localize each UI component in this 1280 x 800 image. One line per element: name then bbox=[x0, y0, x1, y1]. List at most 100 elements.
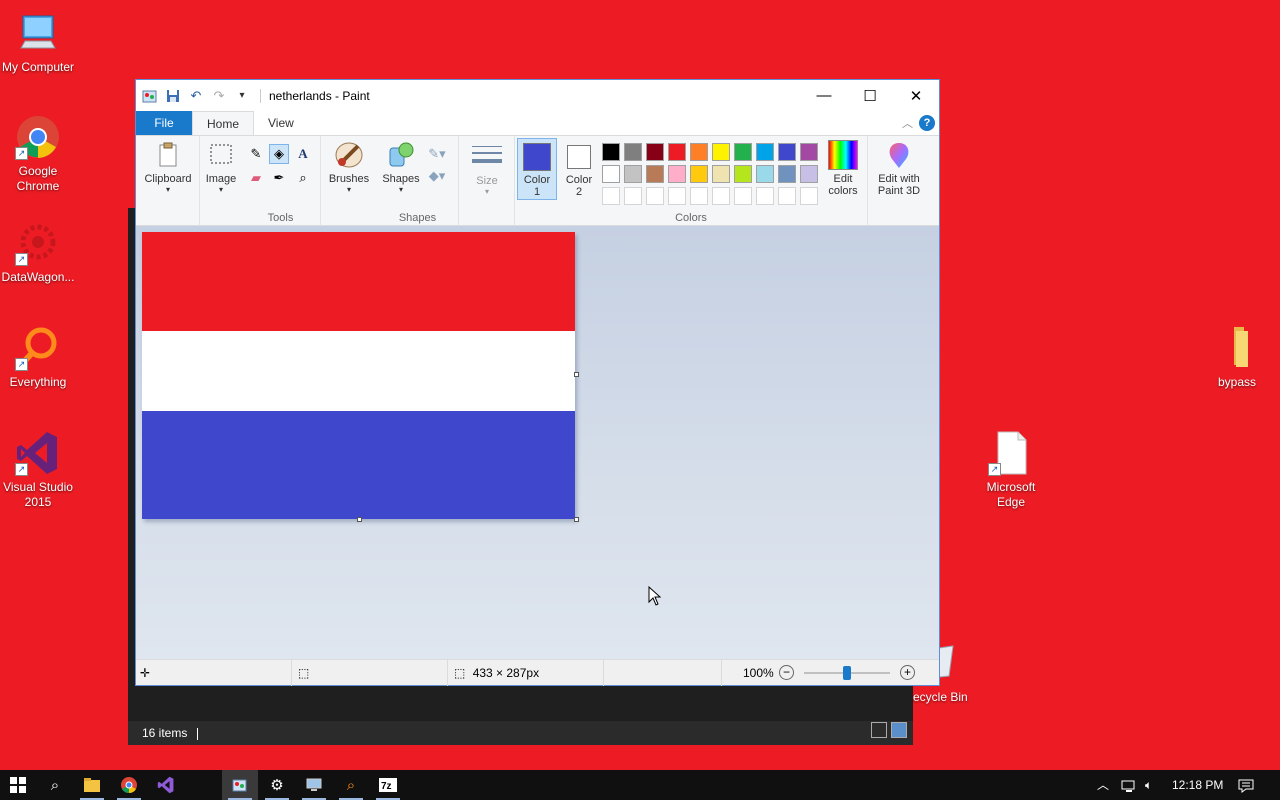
color-2-button[interactable]: Color 2 bbox=[559, 138, 599, 200]
palette-swatch[interactable] bbox=[668, 165, 686, 183]
resize-handle-corner[interactable] bbox=[574, 517, 579, 522]
tab-view[interactable]: View bbox=[254, 111, 308, 135]
zoom-slider-thumb[interactable] bbox=[843, 666, 851, 680]
palette-swatch[interactable] bbox=[690, 165, 708, 183]
palette-swatch[interactable] bbox=[712, 165, 730, 183]
file-explorer-icon[interactable] bbox=[74, 770, 110, 800]
custom-color-slot[interactable] bbox=[756, 187, 774, 205]
size-button[interactable]: Size ▾ bbox=[465, 142, 509, 196]
windows-start-icon[interactable] bbox=[0, 770, 36, 800]
desktop-icon-bypass[interactable]: bypass bbox=[1199, 325, 1275, 390]
shapes-button[interactable]: Shapes ▾ bbox=[379, 140, 423, 194]
volume-icon[interactable]: 🔈︎ bbox=[1145, 770, 1152, 800]
drawing-canvas[interactable] bbox=[142, 232, 575, 519]
visual-studio-icon[interactable] bbox=[148, 770, 184, 800]
custom-color-slot[interactable] bbox=[712, 187, 730, 205]
minimize-ribbon-icon[interactable]: ︿ bbox=[902, 115, 913, 131]
custom-color-slot[interactable] bbox=[778, 187, 796, 205]
palette-swatch[interactable] bbox=[690, 143, 708, 161]
custom-color-slot[interactable] bbox=[646, 187, 664, 205]
desktop-icon-visual-studio[interactable]: ↗ Visual Studio 2015 bbox=[0, 430, 76, 510]
pencil-icon[interactable]: ✎ bbox=[246, 144, 266, 164]
palette-swatch[interactable] bbox=[800, 143, 818, 161]
clipboard-button[interactable]: Clipboard ▾ bbox=[140, 140, 196, 194]
palette-swatch[interactable] bbox=[734, 143, 752, 161]
palette-swatch[interactable] bbox=[734, 165, 752, 183]
canvas-area[interactable] bbox=[136, 226, 939, 660]
desktop-icon-everything[interactable]: ↗ Everything bbox=[0, 325, 76, 390]
palette-swatch[interactable] bbox=[624, 165, 642, 183]
palette-swatch[interactable] bbox=[602, 143, 620, 161]
eraser-icon[interactable]: ▰ bbox=[246, 168, 266, 188]
customize-quick-access-icon[interactable]: ▾ bbox=[234, 88, 250, 104]
custom-color-slot[interactable] bbox=[602, 187, 620, 205]
outline-icon[interactable]: ✎▾ bbox=[427, 144, 447, 164]
fill-icon[interactable]: ◆▾ bbox=[427, 166, 447, 186]
save-icon[interactable] bbox=[165, 88, 181, 104]
color-1-button[interactable]: Color 1 bbox=[517, 138, 557, 200]
details-view-button[interactable] bbox=[871, 722, 887, 738]
undo-icon[interactable]: ↶ bbox=[188, 88, 204, 104]
palette-swatch[interactable] bbox=[800, 165, 818, 183]
close-button[interactable]: ✕ bbox=[893, 80, 939, 111]
custom-color-slot[interactable] bbox=[800, 187, 818, 205]
help-icon[interactable]: ? bbox=[919, 115, 935, 131]
magnifier-icon[interactable]: ⌕ bbox=[293, 168, 313, 188]
title-bar[interactable]: ↶ ↷ ▾ netherlands - Paint — ☐ ✕ bbox=[136, 80, 939, 111]
custom-color-slot[interactable] bbox=[734, 187, 752, 205]
desktop-icon-my-computer[interactable]: My Computer bbox=[0, 10, 76, 75]
paint-window[interactable]: ↶ ↷ ▾ netherlands - Paint — ☐ ✕ File Hom… bbox=[135, 79, 940, 686]
flag-band-red bbox=[142, 232, 575, 331]
palette-swatch[interactable] bbox=[712, 143, 730, 161]
palette-swatch[interactable] bbox=[602, 165, 620, 183]
fill-bucket-icon[interactable]: ◈ bbox=[269, 144, 289, 164]
paint-icon[interactable] bbox=[222, 770, 258, 800]
desktop-icon-google-chrome[interactable]: ↗ Google Chrome bbox=[0, 114, 76, 194]
show-hidden-icons-icon[interactable]: ︿ bbox=[1097, 770, 1109, 800]
palette-swatch[interactable] bbox=[778, 165, 796, 183]
palette-swatch[interactable] bbox=[668, 143, 686, 161]
palette-swatch[interactable] bbox=[646, 143, 664, 161]
desktop-icon-datawagon[interactable]: ↗ DataWagon... bbox=[0, 220, 76, 285]
brushes-button[interactable]: Brushes ▾ bbox=[324, 140, 374, 194]
custom-color-slot[interactable] bbox=[690, 187, 708, 205]
custom-color-slot[interactable] bbox=[624, 187, 642, 205]
everything-icon[interactable]: ⌕ bbox=[333, 770, 369, 800]
desktop-icon-label: Recycle Bin bbox=[904, 690, 968, 704]
search-magnifier-icon: ↗ bbox=[15, 325, 61, 371]
palette-swatch[interactable] bbox=[624, 143, 642, 161]
maximize-button[interactable]: ☐ bbox=[847, 80, 893, 111]
desktop-icon-microsoft-edge[interactable]: ↗ Microsoft Edge bbox=[973, 430, 1049, 510]
palette-swatch[interactable] bbox=[756, 165, 774, 183]
search-icon[interactable]: ⌕ bbox=[37, 770, 73, 800]
group-brushes: Brushes ▾ bbox=[321, 136, 377, 226]
chrome-icon[interactable] bbox=[111, 770, 147, 800]
paint-app-icon[interactable] bbox=[142, 88, 158, 104]
edit-with-paint-3d-button[interactable]: Edit with Paint 3D bbox=[870, 140, 928, 197]
visual-studio-icon: ↗ bbox=[15, 430, 61, 476]
redo-icon[interactable]: ↷ bbox=[211, 88, 227, 104]
7zip-icon[interactable]: 7z bbox=[370, 770, 406, 800]
text-icon[interactable]: A bbox=[293, 144, 313, 164]
palette-swatch[interactable] bbox=[778, 143, 796, 161]
tab-home[interactable]: Home bbox=[192, 111, 255, 135]
custom-color-slot[interactable] bbox=[668, 187, 686, 205]
tab-file[interactable]: File bbox=[136, 111, 192, 135]
network-icon[interactable] bbox=[1121, 770, 1137, 800]
clock[interactable]: 12:18 PM bbox=[1172, 770, 1223, 800]
settings-gear-icon[interactable]: ⚙ bbox=[259, 770, 295, 800]
group-label-tools: Tools bbox=[267, 212, 294, 224]
zoom-out-button[interactable]: − bbox=[779, 665, 794, 680]
large-icons-view-button[interactable] bbox=[891, 722, 907, 738]
network-drive-icon[interactable] bbox=[296, 770, 332, 800]
image-button[interactable]: Image ▾ bbox=[202, 140, 240, 194]
zoom-in-button[interactable]: + bbox=[900, 665, 915, 680]
minimize-button[interactable]: — bbox=[801, 80, 847, 111]
palette-swatch[interactable] bbox=[646, 165, 664, 183]
palette-swatch[interactable] bbox=[756, 143, 774, 161]
resize-handle-right[interactable] bbox=[574, 372, 579, 377]
resize-handle-bottom[interactable] bbox=[357, 517, 362, 522]
color-picker-icon[interactable]: ✒ bbox=[269, 168, 289, 188]
edit-colors-button[interactable]: Edit colors bbox=[821, 140, 865, 197]
action-center-icon[interactable] bbox=[1238, 770, 1254, 800]
